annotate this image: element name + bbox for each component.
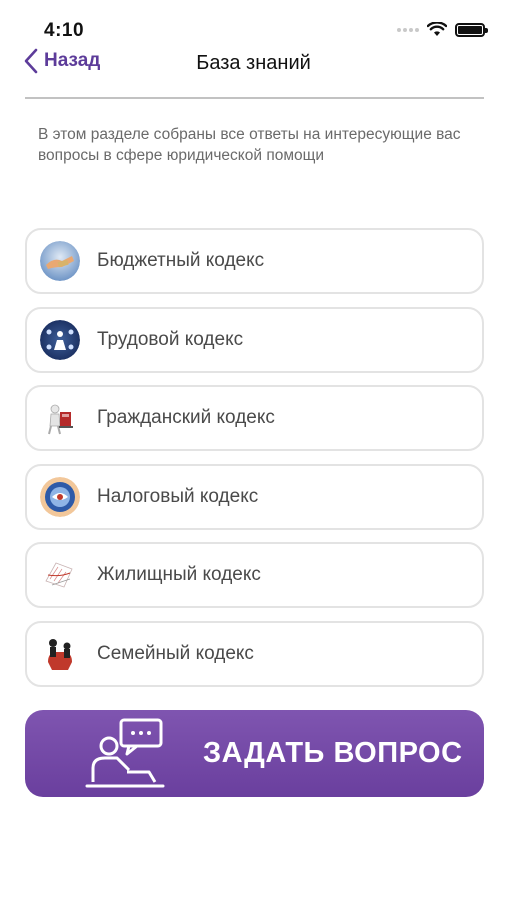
list-item-housing-code[interactable]: Жилищный кодекс [25,542,484,608]
family-code-icon [40,634,80,674]
list-item-label: Бюджетный кодекс [97,250,265,271]
status-time: 4:10 [44,20,85,41]
nav-divider [25,97,484,99]
list-item-label: Жилищный кодекс [97,564,261,585]
battery-icon [455,22,488,37]
budget-code-icon [40,241,80,281]
list-item-civil-code[interactable]: Гражданский кодекс [25,385,484,451]
codes-list: Бюджетный кодекс Трудовой кодекс Граждан… [25,228,484,699]
status-icons [397,22,488,37]
list-item-tax-code[interactable]: Налоговый кодекс [25,463,484,530]
labor-code-icon [40,319,80,360]
list-item-budget-code[interactable]: Бюджетный кодекс [25,228,484,294]
navigation-bar: База знаний Назад [0,44,507,84]
list-item-labor-code[interactable]: Трудовой кодекс [25,306,484,373]
tax-code-icon [40,476,80,517]
status-bar: 4:10 [0,0,507,48]
civil-code-icon [40,398,80,438]
chevron-left-icon [24,48,38,74]
signal-dots-icon [397,27,419,32]
list-item-family-code[interactable]: Семейный кодекс [25,620,484,687]
list-item-label: Налоговый кодекс [97,485,259,507]
list-item-label: Семейный кодекс [97,642,254,664]
list-item-label: Гражданский кодекс [97,407,275,428]
intro-text: В этом разделе собраны все ответы на инт… [38,126,461,164]
back-label: Назад [44,50,101,71]
housing-code-icon [40,555,80,595]
wifi-icon [427,22,447,36]
ask-question-label: ЗАДАТЬ ВОПРОС [203,737,463,769]
consultant-chat-icon [85,718,165,787]
back-button[interactable]: Назад [24,48,100,74]
ask-question-button[interactable]: ЗАДАТЬ ВОПРОС [25,710,484,797]
list-item-label: Трудовой кодекс [97,328,244,350]
